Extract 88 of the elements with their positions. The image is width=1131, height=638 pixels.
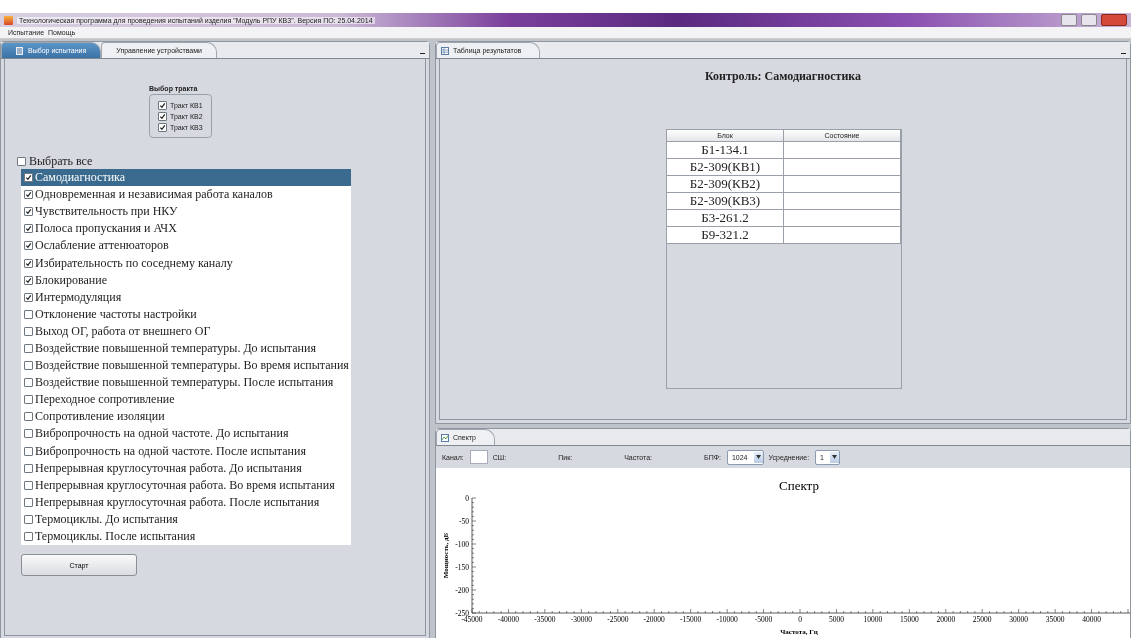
checkbox[interactable] xyxy=(24,480,33,490)
item-label: Полоса пропускания и АЧХ xyxy=(35,221,177,237)
item-label: Воздействие повышенной температуры. Во время испытания xyxy=(35,358,349,374)
item-label: Воздействие повышенной температуры. До испытания xyxy=(35,341,316,356)
item-label: Отклонение частоты настройки xyxy=(35,306,197,322)
maximize-button[interactable] xyxy=(1081,14,1097,26)
item-label: Вибропрочность на одной частоте. После испытания xyxy=(35,443,306,459)
checkbox[interactable] xyxy=(24,173,33,183)
list-item[interactable]: Непрерывная круглосуточная работа. После испытания xyxy=(21,493,351,511)
checkbox[interactable] xyxy=(24,395,33,405)
list-icon xyxy=(16,46,23,55)
item-label: Одновременная и независимая работа каналов xyxy=(35,187,273,203)
checkbox[interactable] xyxy=(24,258,33,268)
item-label: Непрерывная круглосуточная работа. До испытания xyxy=(35,460,302,476)
list-item[interactable]: Воздействие повышенной температуры. Во время испытания xyxy=(21,357,351,375)
input-field[interactable] xyxy=(469,450,488,464)
checkbox[interactable] xyxy=(24,207,33,217)
minimize-button[interactable] xyxy=(1061,14,1077,26)
checkbox[interactable] xyxy=(24,309,33,319)
list-item[interactable]: Отклонение частоты настройки xyxy=(21,305,351,323)
list-item[interactable]: Одновременная и независимая работа каналов xyxy=(21,186,351,204)
list-item[interactable]: Воздействие повышенной температуры. До испытания xyxy=(21,339,351,358)
item-label: Термоциклы. После испытания xyxy=(35,529,196,544)
checkbox[interactable] xyxy=(24,292,33,302)
list-item[interactable]: Воздействие повышенной температуры. После испытания xyxy=(21,374,351,392)
checkbox[interactable] xyxy=(24,241,33,251)
checkbox[interactable] xyxy=(158,101,167,110)
table-cell: Б2-309(КВ1) xyxy=(667,159,784,175)
checkbox[interactable] xyxy=(24,275,33,285)
list-item[interactable]: Самодиагностика xyxy=(21,169,351,187)
list-item[interactable]: Непрерывная круглосуточная работа. Во время испытания xyxy=(21,476,351,494)
list-item[interactable]: Вибропрочность на одной частоте. После испытания xyxy=(21,442,351,460)
list-item[interactable]: Переходное сопротивление xyxy=(21,391,351,409)
item-label: Воздействие повышенной температуры. После испытания xyxy=(35,375,334,391)
table-cell: Б2-309(КВ2) xyxy=(667,176,784,192)
checkbox[interactable] xyxy=(17,156,26,166)
item-label: Ослабление аттенюаторов xyxy=(35,238,169,254)
list-item[interactable]: Сопротивление изоляции xyxy=(21,408,351,426)
list-item[interactable]: Интермодуляция xyxy=(21,288,351,306)
chart-title: Спектр xyxy=(779,478,819,493)
list-item[interactable]: Выход ОГ, работа от внешнего ОГ xyxy=(21,322,351,340)
item-label: Переходное сопротивление xyxy=(35,392,175,408)
list-item[interactable]: Ослабление аттенюаторов xyxy=(21,237,351,255)
item-label: Блокирование xyxy=(35,272,107,288)
checkbox[interactable] xyxy=(24,344,33,353)
checkbox[interactable] xyxy=(24,532,33,541)
app-icon xyxy=(4,15,13,25)
checkbox[interactable] xyxy=(24,224,33,234)
item-label: Непрерывная круглосуточная работа. После испытания xyxy=(35,494,320,510)
table-cell: Б1-134.1 xyxy=(667,142,784,158)
item-label: Самодиагностика xyxy=(35,170,126,186)
checkbox[interactable] xyxy=(158,123,167,132)
item-label: Интермодуляция xyxy=(35,289,122,305)
checkbox[interactable] xyxy=(158,112,167,121)
table-cell: Б3-261.2 xyxy=(667,210,784,226)
checkbox[interactable] xyxy=(24,361,33,371)
list-item[interactable]: Избирательность по соседнему каналу xyxy=(21,254,351,272)
checkbox[interactable] xyxy=(24,497,33,507)
item-label: Чувствительность при НКУ xyxy=(35,204,178,220)
list-item[interactable]: Термоциклы. После испытания xyxy=(21,527,351,546)
checkbox[interactable] xyxy=(24,463,33,473)
item-label: Выход ОГ, работа от внешнего ОГ xyxy=(35,323,211,339)
checkbox[interactable] xyxy=(24,446,33,456)
item-label: Непрерывная круглосуточная работа. Во время испытания xyxy=(35,477,335,493)
list-item[interactable]: Чувствительность при НКУ xyxy=(21,203,351,221)
list-item[interactable]: Непрерывная круглосуточная работа. До испытания xyxy=(21,459,351,477)
checkbox[interactable] xyxy=(24,412,33,422)
caret-icon xyxy=(832,455,837,459)
heading: Контроль: Самодиагностика xyxy=(704,69,862,84)
item-label: Термоциклы. До испытания xyxy=(35,511,178,527)
checkbox[interactable] xyxy=(24,429,33,439)
checkbox-label: Выбрать все xyxy=(29,153,93,169)
table-cell: Б9-321.2 xyxy=(667,227,784,243)
checkbox[interactable] xyxy=(24,190,33,200)
checkbox[interactable] xyxy=(24,378,33,388)
list-item[interactable]: Термоциклы. До испытания xyxy=(21,510,351,528)
chart-icon xyxy=(441,433,449,442)
table-icon xyxy=(441,46,449,55)
table-cell: Б2-309(КВ3) xyxy=(667,193,784,209)
checkbox[interactable] xyxy=(24,514,33,524)
list-item[interactable]: Полоса пропускания и АЧХ xyxy=(21,220,351,238)
list-item[interactable]: Вибропрочность на одной частоте. До испытания xyxy=(21,425,351,443)
item-label: Избирательность по соседнему каналу xyxy=(35,255,233,271)
caret-icon xyxy=(755,455,761,459)
list-item[interactable]: Блокирование xyxy=(21,271,351,289)
item-label: Вибропрочность на одной частоте. До испытания xyxy=(35,426,289,442)
item-label: Сопротивление изоляции xyxy=(35,409,165,425)
checkbox[interactable] xyxy=(24,326,33,336)
